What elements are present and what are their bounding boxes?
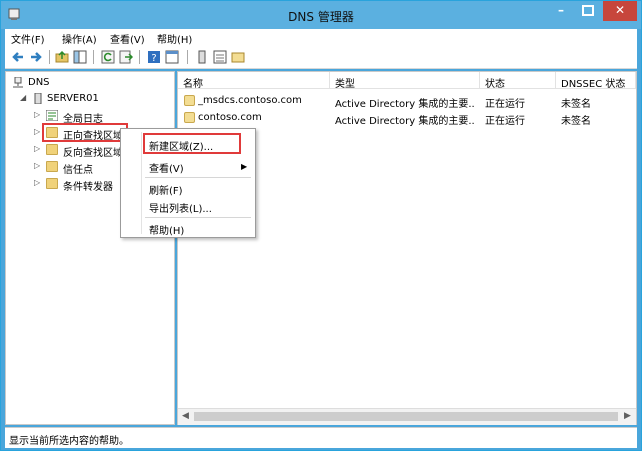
tree-label-reverse-lookup: 反向查找区域 bbox=[63, 148, 123, 159]
folder-icon bbox=[46, 161, 58, 172]
context-item-export-list[interactable]: 导出列表(L)... bbox=[149, 200, 212, 215]
up-folder-icon[interactable] bbox=[55, 50, 69, 64]
zone-icon[interactable] bbox=[231, 50, 245, 64]
context-item-view[interactable]: 查看(V) bbox=[149, 160, 184, 175]
list-view-icon[interactable] bbox=[213, 50, 227, 64]
scroll-left-icon[interactable]: ◀ bbox=[182, 411, 189, 421]
forward-arrow-icon[interactable] bbox=[29, 50, 43, 64]
title-bar[interactable]: DNS 管理器 – ✕ bbox=[1, 1, 641, 29]
new-zone-highlight bbox=[143, 133, 241, 154]
cell-dnssec: 未签名 bbox=[561, 99, 591, 110]
scroll-right-icon[interactable]: ▶ bbox=[624, 411, 631, 421]
column-label-name: 名称 bbox=[183, 79, 203, 90]
dns-manager-window: DNS 管理器 – ✕ 文件(F) 操作(A) 查看(V) 帮助(H) ? DN… bbox=[0, 0, 642, 451]
collapsed-arrow-icon[interactable]: ▷ bbox=[34, 110, 40, 119]
tree-label-conditional-forwarders: 条件转发器 bbox=[63, 182, 113, 193]
toolbar-separator bbox=[139, 50, 140, 64]
collapsed-arrow-icon[interactable]: ▷ bbox=[34, 127, 40, 136]
column-label-type: 类型 bbox=[335, 79, 355, 90]
tree-node-server[interactable]: ◢ SERVER01 bbox=[6, 91, 174, 107]
column-header-type[interactable]: 类型 bbox=[330, 72, 480, 90]
console-tree-pane[interactable]: DNS ◢ SERVER01 ▷ 全局日志 ▷ 正向查找区域 ▷ 反向查找区域 … bbox=[5, 71, 175, 425]
help-icon[interactable]: ? bbox=[147, 50, 161, 64]
submenu-arrow-icon: ▶ bbox=[241, 162, 248, 171]
refresh-icon[interactable] bbox=[101, 50, 115, 64]
results-pane[interactable]: 名称 类型 状态 DNSSEC 状态 _msdcs.contoso.com Ac… bbox=[177, 71, 637, 425]
cell-status: 正在运行 bbox=[485, 116, 525, 127]
back-arrow-icon[interactable] bbox=[11, 50, 25, 64]
svg-text:?: ? bbox=[151, 53, 156, 64]
column-label-dnssec: DNSSEC 状态 bbox=[561, 79, 626, 90]
cell-name: contoso.com bbox=[198, 112, 262, 123]
properties-icon[interactable] bbox=[165, 50, 179, 64]
cell-type: Active Directory 集成的主要... bbox=[335, 99, 475, 110]
tree-label-server: SERVER01 bbox=[47, 93, 99, 104]
cell-type: Active Directory 集成的主要... bbox=[335, 116, 475, 127]
show-tree-icon[interactable] bbox=[73, 50, 87, 64]
scrollbar-thumb[interactable] bbox=[194, 412, 618, 421]
context-item-help[interactable]: 帮助(H) bbox=[149, 222, 184, 237]
collapsed-arrow-icon[interactable]: ▷ bbox=[34, 178, 40, 187]
context-menu-gutter bbox=[141, 132, 142, 234]
collapsed-arrow-icon[interactable]: ▷ bbox=[34, 161, 40, 170]
dns-icon bbox=[13, 77, 23, 88]
toolbar-separator bbox=[49, 50, 50, 64]
minimize-button[interactable]: – bbox=[548, 1, 574, 21]
export-list-icon[interactable] bbox=[119, 50, 133, 64]
tree-label-trust-points: 信任点 bbox=[63, 165, 93, 176]
column-label-status: 状态 bbox=[485, 79, 505, 90]
folder-icon bbox=[46, 144, 58, 155]
toolbar: ? bbox=[5, 46, 637, 69]
status-bar: 显示当前所选内容的帮助。 bbox=[5, 427, 637, 448]
column-header-name[interactable]: 名称 bbox=[178, 72, 330, 90]
menu-help[interactable]: 帮助(H) bbox=[157, 31, 192, 46]
menu-action[interactable]: 操作(A) bbox=[62, 31, 97, 46]
cell-name: _msdcs.contoso.com bbox=[198, 95, 302, 106]
zone-icon bbox=[184, 95, 195, 106]
menu-bar: 文件(F) 操作(A) 查看(V) 帮助(H) bbox=[5, 29, 637, 46]
tree-node-global-log[interactable]: ▷ 全局日志 bbox=[6, 108, 174, 125]
log-icon bbox=[46, 110, 58, 121]
cell-status: 正在运行 bbox=[485, 99, 525, 110]
table-row[interactable]: _msdcs.contoso.com Active Directory 集成的主… bbox=[178, 92, 636, 110]
toolbar-separator bbox=[187, 50, 188, 64]
context-separator bbox=[145, 177, 251, 178]
zone-icon bbox=[184, 112, 195, 123]
column-header-dnssec[interactable]: DNSSEC 状态 bbox=[556, 72, 636, 90]
expanded-arrow-icon[interactable]: ◢ bbox=[20, 93, 26, 102]
tree-label-dns: DNS bbox=[28, 77, 50, 88]
toolbar-separator bbox=[93, 50, 94, 64]
minimize-icon: – bbox=[558, 3, 564, 17]
table-row[interactable]: contoso.com Active Directory 集成的主要... 正在… bbox=[178, 109, 636, 127]
tree-node-dns[interactable]: DNS bbox=[6, 75, 174, 91]
column-header-status[interactable]: 状态 bbox=[480, 72, 556, 90]
window-title: DNS 管理器 bbox=[288, 10, 354, 24]
context-separator bbox=[145, 217, 251, 218]
context-menu: 新建区域(Z)... 查看(V) ▶ 刷新(F) 导出列表(L)... 帮助(H… bbox=[120, 128, 256, 238]
horizontal-scrollbar[interactable]: ◀ ▶ bbox=[178, 408, 636, 425]
close-icon: ✕ bbox=[614, 3, 626, 17]
menu-file[interactable]: 文件(F) bbox=[11, 31, 45, 46]
menu-view[interactable]: 查看(V) bbox=[110, 31, 145, 46]
context-item-refresh[interactable]: 刷新(F) bbox=[149, 182, 183, 197]
forward-lookup-highlight bbox=[42, 123, 128, 142]
status-text: 显示当前所选内容的帮助。 bbox=[9, 436, 129, 447]
close-button[interactable]: ✕ bbox=[603, 1, 637, 21]
server-icon[interactable] bbox=[195, 50, 209, 64]
maximize-icon bbox=[582, 5, 594, 16]
maximize-button[interactable] bbox=[575, 1, 601, 21]
folder-icon bbox=[46, 178, 58, 189]
cell-dnssec: 未签名 bbox=[561, 116, 591, 127]
server-icon bbox=[34, 93, 42, 104]
collapsed-arrow-icon[interactable]: ▷ bbox=[34, 144, 40, 153]
